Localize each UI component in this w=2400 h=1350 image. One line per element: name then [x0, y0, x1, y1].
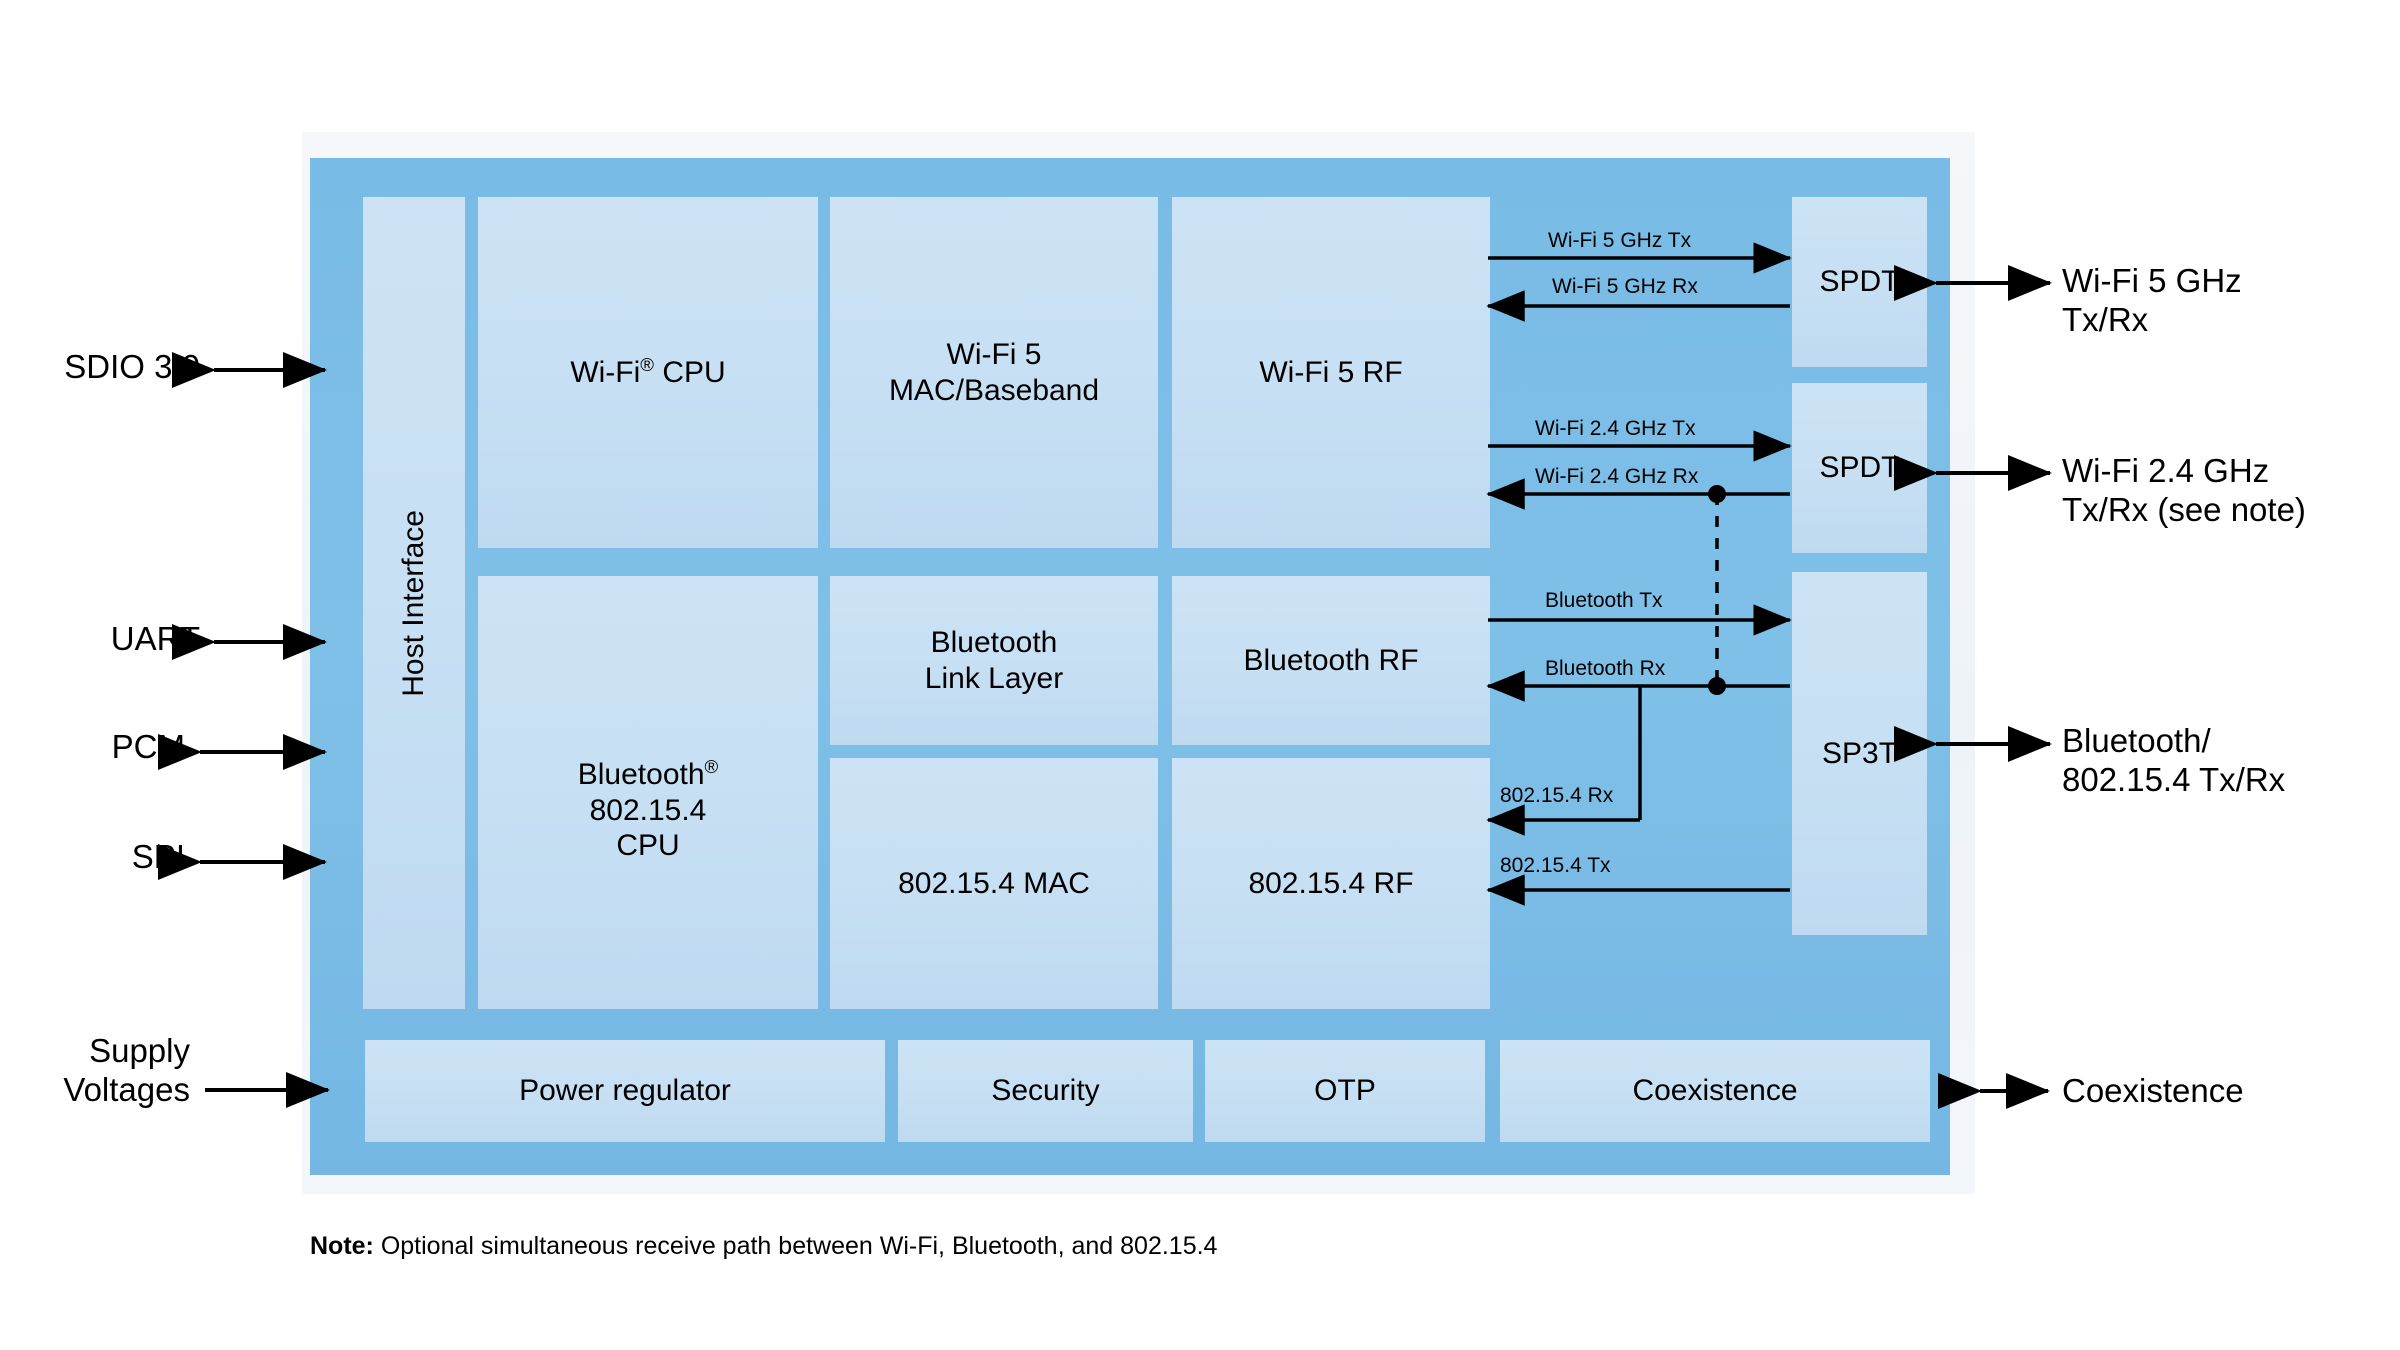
block-bluetooth-802154-cpu: Bluetooth® 802.15.4 CPU [478, 576, 818, 1009]
signal-label-802154-tx: 802.15.4 Tx [1500, 854, 1611, 877]
block-security: Security [898, 1040, 1193, 1142]
block-802154-mac: 802.15.4 MAC [830, 758, 1158, 1009]
antenna-label-bluetooth-802154: Bluetooth/ 802.15.4 Tx/Rx [2062, 722, 2286, 798]
port-label-pcm: PCM [111, 728, 185, 765]
block-wifi-mac-baseband: Wi-Fi 5 MAC/Baseband [830, 197, 1158, 548]
port-label-supply-voltages: Supply Voltages [63, 1032, 190, 1108]
block-wifi-cpu-label: Wi-Fi® CPU [570, 353, 726, 389]
block-otp: OTP [1205, 1040, 1485, 1142]
antenna-label-wifi-5ghz: Wi-Fi 5 GHz Tx/Rx [2062, 262, 2242, 338]
port-label-uart: UART [110, 620, 200, 657]
block-coexistence: Coexistence [1500, 1040, 1930, 1142]
block-wifi-rf: Wi-Fi 5 RF [1172, 197, 1490, 548]
signal-label-wifi24-tx: Wi-Fi 2.4 GHz Tx [1535, 417, 1696, 440]
block-host-interface: Host Interface [363, 197, 465, 1009]
signal-label-bluetooth-rx: Bluetooth Rx [1545, 657, 1666, 680]
signal-label-bluetooth-tx: Bluetooth Tx [1545, 589, 1663, 612]
port-label-sdio: SDIO 3.0 [64, 348, 200, 385]
block-power-regulator: Power regulator [365, 1040, 885, 1142]
block-bt-cpu-label: Bluetooth® 802.15.4 CPU [577, 756, 719, 862]
block-diagram-root: Host Interface Wi-Fi® CPU Wi-Fi 5 MAC/Ba… [0, 0, 2400, 1350]
port-label-spi: SPI [131, 838, 185, 875]
block-bluetooth-link-layer: Bluetooth Link Layer [830, 576, 1158, 745]
signal-label-wifi5-tx: Wi-Fi 5 GHz Tx [1548, 229, 1692, 252]
switch-spdt-5ghz: SPDT [1792, 197, 1927, 367]
signal-label-wifi24-rx: Wi-Fi 2.4 GHz Rx [1535, 465, 1699, 488]
antenna-label-wifi-24ghz: Wi-Fi 2.4 GHz Tx/Rx (see note) [2062, 452, 2306, 528]
block-bluetooth-rf: Bluetooth RF [1172, 576, 1490, 745]
signal-label-802154-rx: 802.15.4 Rx [1500, 784, 1614, 807]
note-body: Optional simultaneous receive path betwe… [373, 1232, 1218, 1260]
block-wifi-cpu: Wi-Fi® CPU [478, 197, 818, 548]
switch-sp3t-bt-802154: SP3T [1792, 572, 1927, 935]
switch-spdt-24ghz: SPDT [1792, 383, 1927, 553]
note-prefix: Note: [310, 1232, 374, 1260]
port-label-coexistence-external: Coexistence [2062, 1072, 2244, 1109]
block-802154-rf: 802.15.4 RF [1172, 758, 1490, 1009]
signal-label-wifi5-rx: Wi-Fi 5 GHz Rx [1552, 275, 1698, 298]
host-interface-label: Host Interface [397, 509, 431, 697]
diagram-note: Note: Optional simultaneous receive path… [310, 1232, 1217, 1261]
